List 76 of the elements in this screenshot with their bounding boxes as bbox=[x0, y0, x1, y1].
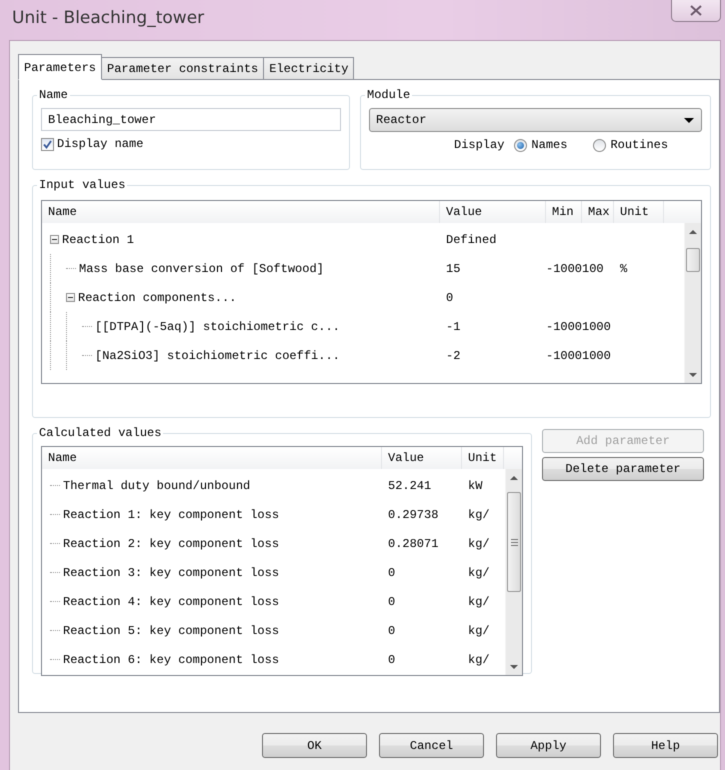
checkbox[interactable] bbox=[41, 138, 54, 150]
name-field[interactable]: Bleaching_tower bbox=[41, 108, 341, 131]
row-name[interactable]: Reaction 1 bbox=[62, 232, 134, 246]
row-name[interactable]: Reaction 5: key component loss bbox=[63, 624, 280, 638]
unit-cell: kW bbox=[468, 478, 482, 492]
group-title: Module bbox=[367, 88, 410, 102]
value-cell: 0 bbox=[388, 652, 396, 666]
scrollbar[interactable] bbox=[505, 469, 522, 675]
dialog-button[interactable]: OK bbox=[262, 733, 367, 758]
row-name[interactable]: Thermal duty bound/unbound bbox=[63, 478, 250, 492]
row-name[interactable]: Reaction 2: key component loss bbox=[63, 536, 280, 550]
radio-label[interactable]: Routines bbox=[610, 138, 668, 152]
dialog-button[interactable]: Cancel bbox=[379, 733, 484, 758]
dropdown-arrow-icon bbox=[684, 118, 694, 122]
max-cell: 1000 bbox=[582, 320, 611, 334]
dialog-button[interactable]: Help bbox=[613, 733, 718, 758]
group-title: Name bbox=[39, 88, 68, 102]
min-cell: -1000 bbox=[546, 262, 582, 276]
unit-cell: kg/ bbox=[468, 536, 490, 550]
radio-label[interactable]: Names bbox=[531, 138, 568, 152]
column-header[interactable]: Unit bbox=[614, 201, 664, 223]
unit-cell: kg/ bbox=[468, 624, 490, 638]
row-name[interactable]: [[DTPA](-5aq)] stoichiometric c... bbox=[95, 320, 340, 334]
max-cell: 1000 bbox=[582, 348, 611, 362]
min-cell: -1000 bbox=[546, 348, 582, 362]
scrollbar[interactable] bbox=[684, 223, 701, 383]
collapse-icon[interactable] bbox=[50, 235, 59, 244]
group-title: Input values bbox=[39, 178, 126, 192]
window-title: Unit - Bleaching_tower bbox=[12, 8, 204, 28]
check-icon bbox=[43, 140, 52, 148]
value-cell: 15 bbox=[446, 262, 460, 276]
column-header[interactable]: Value bbox=[440, 201, 546, 223]
row-name[interactable]: Reaction components... bbox=[78, 290, 236, 304]
checkbox-label[interactable]: Display name bbox=[57, 137, 144, 151]
dialog-button[interactable]: Apply bbox=[496, 733, 601, 758]
radio-button[interactable] bbox=[514, 138, 528, 152]
value-cell: 0.28071 bbox=[388, 536, 438, 550]
column-header[interactable]: Max bbox=[582, 201, 614, 223]
value-cell: -2 bbox=[446, 348, 460, 362]
unit-cell: % bbox=[620, 262, 628, 276]
tab[interactable]: Parameters bbox=[18, 54, 102, 80]
max-cell: 100 bbox=[582, 262, 604, 276]
column-header[interactable]: Min bbox=[546, 201, 582, 223]
row-name[interactable]: Reaction 3: key component loss bbox=[63, 566, 280, 580]
unit-cell: kg/ bbox=[468, 508, 490, 522]
row-name[interactable]: Reaction 4: key component loss bbox=[63, 594, 280, 608]
tab[interactable]: Parameter constraints bbox=[101, 57, 264, 79]
row-name[interactable]: Reaction 6: key component loss bbox=[63, 652, 280, 666]
value-cell: 0 bbox=[388, 594, 396, 608]
row-name[interactable]: [Na2SiO3] stoichiometric coeffi... bbox=[95, 348, 340, 362]
radio-button[interactable] bbox=[593, 138, 606, 152]
unit-cell: kg/ bbox=[468, 652, 490, 666]
min-cell: -1000 bbox=[546, 320, 582, 334]
close-button[interactable] bbox=[671, 0, 721, 22]
value-cell: Defined bbox=[446, 232, 496, 246]
column-header[interactable]: Name bbox=[42, 447, 382, 469]
display-label: Display bbox=[454, 138, 504, 152]
collapse-icon[interactable] bbox=[66, 293, 75, 302]
value-cell: 0.29738 bbox=[388, 508, 438, 522]
unit-cell: kg/ bbox=[468, 594, 490, 608]
value-cell: 0 bbox=[388, 624, 396, 638]
value-cell: 52.241 bbox=[388, 478, 432, 492]
value-cell: -1 bbox=[446, 320, 460, 334]
group-title: Calculated values bbox=[39, 426, 162, 440]
close-icon bbox=[689, 5, 703, 16]
value-cell: 0 bbox=[388, 566, 396, 580]
module-dropdown[interactable]: Reactor bbox=[369, 108, 702, 132]
tab[interactable]: Electricity bbox=[263, 57, 354, 79]
column-header[interactable]: Value bbox=[382, 447, 462, 469]
unit-cell: kg/ bbox=[468, 566, 490, 580]
value-cell: 0 bbox=[446, 290, 454, 304]
row-name[interactable]: Mass base conversion of [Softwood] bbox=[79, 262, 324, 276]
column-header[interactable]: Name bbox=[42, 201, 440, 223]
parameter-button[interactable]: Delete parameter bbox=[542, 457, 704, 481]
row-name[interactable]: Reaction 1: key component loss bbox=[63, 508, 280, 522]
column-header[interactable]: Unit bbox=[462, 447, 504, 469]
